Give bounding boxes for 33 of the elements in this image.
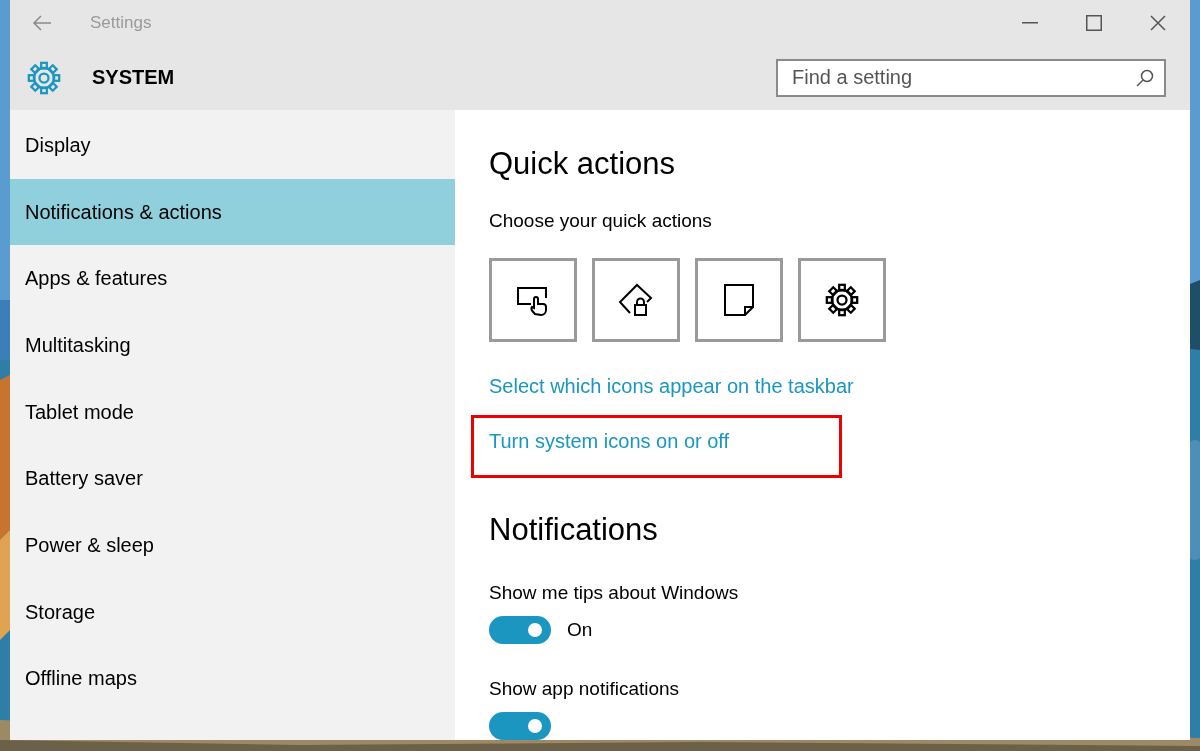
sidebar-item[interactable]: Battery saver bbox=[10, 445, 455, 513]
setting-label: Show app notifications bbox=[489, 678, 680, 700]
section-title: SYSTEM bbox=[92, 66, 175, 89]
quick-action-tile[interactable] bbox=[798, 258, 886, 342]
sidebar-item[interactable]: Notifications & actions bbox=[10, 178, 455, 246]
toggle-state: On bbox=[567, 619, 593, 641]
quick-action-tile[interactable] bbox=[489, 258, 577, 342]
sidebar-item[interactable]: Display bbox=[10, 112, 455, 179]
sidebar-item[interactable]: Offline maps bbox=[10, 645, 455, 713]
search-field[interactable]: Find a setting bbox=[776, 58, 1166, 97]
section-subtitle: Choose your quick actions bbox=[489, 210, 712, 232]
sidebar-item[interactable]: Multitasking bbox=[10, 312, 455, 379]
sidebar-item[interactable]: Tablet mode bbox=[10, 378, 455, 446]
setting-label: Show me tips about Windows bbox=[489, 582, 739, 604]
search-icon bbox=[1136, 68, 1154, 87]
sidebar-item[interactable]: Power & sleep bbox=[10, 512, 455, 579]
minimize-icon[interactable] bbox=[1022, 21, 1038, 24]
close-icon[interactable] bbox=[1150, 14, 1166, 31]
section-heading: Notifications bbox=[489, 512, 658, 548]
toggle-switch[interactable] bbox=[489, 712, 551, 740]
settings-icon bbox=[824, 282, 860, 318]
quick-action-tile[interactable] bbox=[695, 258, 783, 342]
maximize-icon[interactable] bbox=[1086, 14, 1102, 31]
quick-action-tile[interactable] bbox=[592, 258, 680, 342]
sidebar-item[interactable]: Storage bbox=[10, 578, 455, 646]
window-title: Settings bbox=[90, 12, 152, 33]
section-heading: Quick actions bbox=[489, 146, 676, 182]
note-icon bbox=[723, 283, 755, 317]
rotation-lock-icon bbox=[617, 281, 655, 319]
toggle-switch[interactable] bbox=[489, 616, 551, 644]
settings-icon bbox=[26, 59, 62, 96]
sidebar-item[interactable]: Apps & features bbox=[10, 245, 455, 313]
back-arrow-icon[interactable] bbox=[32, 14, 52, 31]
